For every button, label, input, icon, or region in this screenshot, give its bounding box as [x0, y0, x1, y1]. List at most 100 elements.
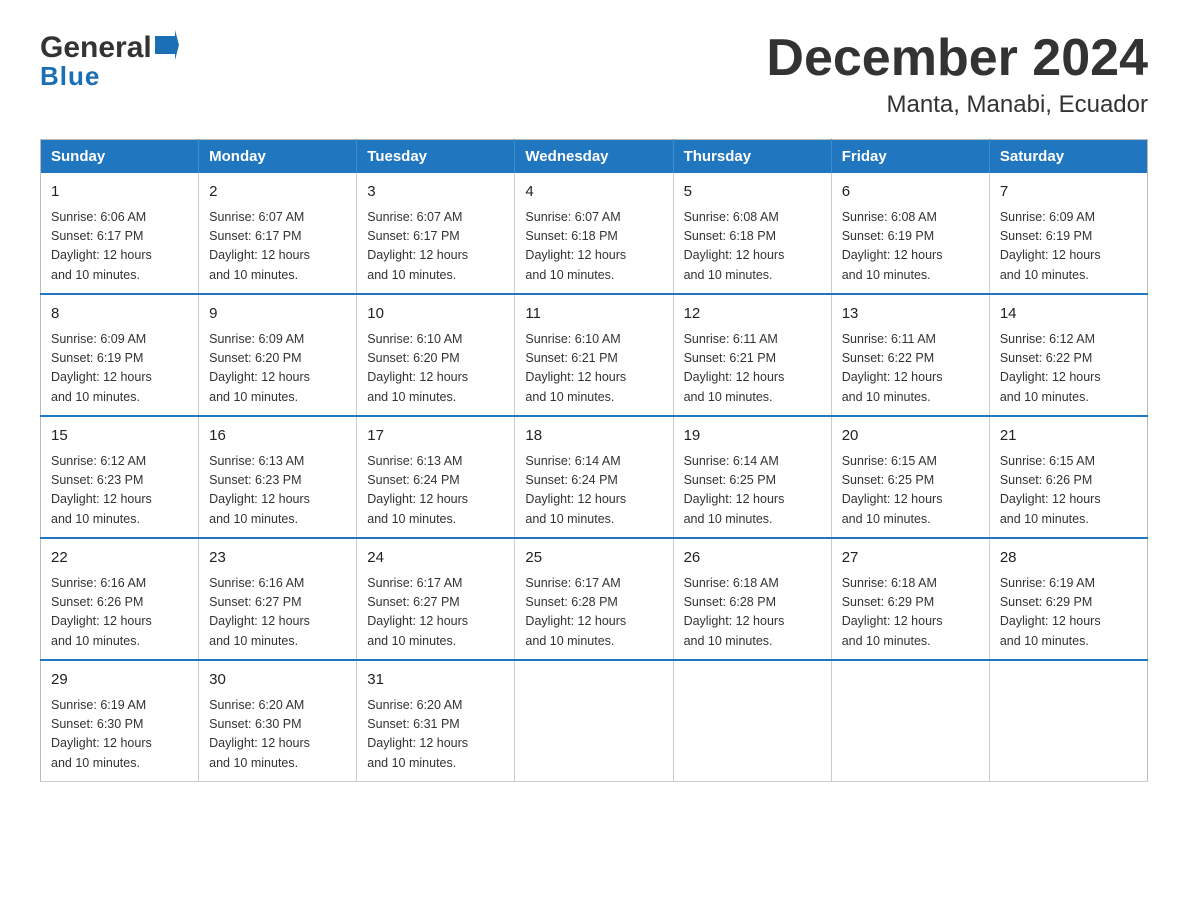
day-info: Sunrise: 6:16 AMSunset: 6:26 PMDaylight:… [51, 574, 188, 652]
day-info: Sunrise: 6:07 AMSunset: 6:17 PMDaylight:… [209, 208, 346, 286]
logo-arrow-icon [155, 30, 179, 65]
calendar-week-row: 1 Sunrise: 6:06 AMSunset: 6:17 PMDayligh… [41, 173, 1148, 294]
day-info: Sunrise: 6:18 AMSunset: 6:29 PMDaylight:… [842, 574, 979, 652]
calendar-cell: 7 Sunrise: 6:09 AMSunset: 6:19 PMDayligh… [989, 173, 1147, 294]
day-number: 2 [209, 181, 346, 204]
day-number: 24 [367, 547, 504, 570]
page-header: General Blue December 2024 Manta, Manabi… [40, 30, 1148, 119]
day-number: 3 [367, 181, 504, 204]
day-info: Sunrise: 6:13 AMSunset: 6:24 PMDaylight:… [367, 452, 504, 530]
day-number: 22 [51, 547, 188, 570]
calendar-cell: 28 Sunrise: 6:19 AMSunset: 6:29 PMDaylig… [989, 538, 1147, 660]
day-info: Sunrise: 6:16 AMSunset: 6:27 PMDaylight:… [209, 574, 346, 652]
day-number: 9 [209, 303, 346, 326]
day-number: 31 [367, 669, 504, 692]
page-subtitle: Manta, Manabi, Ecuador [766, 91, 1148, 119]
day-info: Sunrise: 6:06 AMSunset: 6:17 PMDaylight:… [51, 208, 188, 286]
day-info: Sunrise: 6:09 AMSunset: 6:20 PMDaylight:… [209, 330, 346, 408]
day-number: 5 [684, 181, 821, 204]
calendar-header-sunday: Sunday [41, 140, 199, 174]
calendar-cell: 30 Sunrise: 6:20 AMSunset: 6:30 PMDaylig… [199, 660, 357, 782]
day-info: Sunrise: 6:17 AMSunset: 6:27 PMDaylight:… [367, 574, 504, 652]
day-info: Sunrise: 6:10 AMSunset: 6:20 PMDaylight:… [367, 330, 504, 408]
day-info: Sunrise: 6:19 AMSunset: 6:30 PMDaylight:… [51, 696, 188, 774]
calendar-cell: 2 Sunrise: 6:07 AMSunset: 6:17 PMDayligh… [199, 173, 357, 294]
calendar-cell: 16 Sunrise: 6:13 AMSunset: 6:23 PMDaylig… [199, 416, 357, 538]
calendar-header-monday: Monday [199, 140, 357, 174]
day-info: Sunrise: 6:13 AMSunset: 6:23 PMDaylight:… [209, 452, 346, 530]
calendar-cell: 21 Sunrise: 6:15 AMSunset: 6:26 PMDaylig… [989, 416, 1147, 538]
day-number: 11 [525, 303, 662, 326]
day-number: 8 [51, 303, 188, 326]
calendar-cell: 1 Sunrise: 6:06 AMSunset: 6:17 PMDayligh… [41, 173, 199, 294]
day-number: 28 [1000, 547, 1137, 570]
day-info: Sunrise: 6:08 AMSunset: 6:19 PMDaylight:… [842, 208, 979, 286]
calendar-cell: 5 Sunrise: 6:08 AMSunset: 6:18 PMDayligh… [673, 173, 831, 294]
calendar-cell: 18 Sunrise: 6:14 AMSunset: 6:24 PMDaylig… [515, 416, 673, 538]
day-info: Sunrise: 6:09 AMSunset: 6:19 PMDaylight:… [51, 330, 188, 408]
calendar-cell [831, 660, 989, 782]
logo: General Blue [40, 30, 179, 92]
day-number: 6 [842, 181, 979, 204]
calendar-week-row: 29 Sunrise: 6:19 AMSunset: 6:30 PMDaylig… [41, 660, 1148, 782]
calendar-header-tuesday: Tuesday [357, 140, 515, 174]
logo-general-text: General [40, 31, 152, 65]
day-info: Sunrise: 6:14 AMSunset: 6:24 PMDaylight:… [525, 452, 662, 530]
day-info: Sunrise: 6:20 AMSunset: 6:30 PMDaylight:… [209, 696, 346, 774]
day-info: Sunrise: 6:11 AMSunset: 6:21 PMDaylight:… [684, 330, 821, 408]
calendar-cell: 6 Sunrise: 6:08 AMSunset: 6:19 PMDayligh… [831, 173, 989, 294]
calendar-cell: 24 Sunrise: 6:17 AMSunset: 6:27 PMDaylig… [357, 538, 515, 660]
calendar-cell: 4 Sunrise: 6:07 AMSunset: 6:18 PMDayligh… [515, 173, 673, 294]
day-number: 20 [842, 425, 979, 448]
day-number: 15 [51, 425, 188, 448]
calendar-header-saturday: Saturday [989, 140, 1147, 174]
day-number: 19 [684, 425, 821, 448]
day-info: Sunrise: 6:07 AMSunset: 6:17 PMDaylight:… [367, 208, 504, 286]
day-info: Sunrise: 6:15 AMSunset: 6:25 PMDaylight:… [842, 452, 979, 530]
calendar-cell [989, 660, 1147, 782]
calendar-table: SundayMondayTuesdayWednesdayThursdayFrid… [40, 139, 1148, 782]
calendar-cell: 22 Sunrise: 6:16 AMSunset: 6:26 PMDaylig… [41, 538, 199, 660]
day-number: 26 [684, 547, 821, 570]
calendar-cell: 23 Sunrise: 6:16 AMSunset: 6:27 PMDaylig… [199, 538, 357, 660]
day-number: 10 [367, 303, 504, 326]
calendar-cell: 9 Sunrise: 6:09 AMSunset: 6:20 PMDayligh… [199, 294, 357, 416]
calendar-cell: 27 Sunrise: 6:18 AMSunset: 6:29 PMDaylig… [831, 538, 989, 660]
day-info: Sunrise: 6:12 AMSunset: 6:22 PMDaylight:… [1000, 330, 1137, 408]
calendar-cell: 26 Sunrise: 6:18 AMSunset: 6:28 PMDaylig… [673, 538, 831, 660]
logo-blue-text: Blue [40, 61, 179, 92]
day-number: 29 [51, 669, 188, 692]
calendar-cell: 3 Sunrise: 6:07 AMSunset: 6:17 PMDayligh… [357, 173, 515, 294]
calendar-cell: 10 Sunrise: 6:10 AMSunset: 6:20 PMDaylig… [357, 294, 515, 416]
calendar-cell: 29 Sunrise: 6:19 AMSunset: 6:30 PMDaylig… [41, 660, 199, 782]
day-number: 14 [1000, 303, 1137, 326]
day-number: 18 [525, 425, 662, 448]
day-number: 1 [51, 181, 188, 204]
calendar-cell: 11 Sunrise: 6:10 AMSunset: 6:21 PMDaylig… [515, 294, 673, 416]
day-info: Sunrise: 6:18 AMSunset: 6:28 PMDaylight:… [684, 574, 821, 652]
day-number: 21 [1000, 425, 1137, 448]
day-number: 12 [684, 303, 821, 326]
day-number: 7 [1000, 181, 1137, 204]
calendar-header-thursday: Thursday [673, 140, 831, 174]
title-block: December 2024 Manta, Manabi, Ecuador [766, 30, 1148, 119]
calendar-cell: 12 Sunrise: 6:11 AMSunset: 6:21 PMDaylig… [673, 294, 831, 416]
calendar-cell [673, 660, 831, 782]
day-number: 13 [842, 303, 979, 326]
calendar-cell: 17 Sunrise: 6:13 AMSunset: 6:24 PMDaylig… [357, 416, 515, 538]
day-info: Sunrise: 6:07 AMSunset: 6:18 PMDaylight:… [525, 208, 662, 286]
calendar-cell: 31 Sunrise: 6:20 AMSunset: 6:31 PMDaylig… [357, 660, 515, 782]
day-info: Sunrise: 6:09 AMSunset: 6:19 PMDaylight:… [1000, 208, 1137, 286]
day-number: 25 [525, 547, 662, 570]
day-info: Sunrise: 6:10 AMSunset: 6:21 PMDaylight:… [525, 330, 662, 408]
calendar-header-friday: Friday [831, 140, 989, 174]
calendar-cell [515, 660, 673, 782]
calendar-week-row: 8 Sunrise: 6:09 AMSunset: 6:19 PMDayligh… [41, 294, 1148, 416]
calendar-cell: 8 Sunrise: 6:09 AMSunset: 6:19 PMDayligh… [41, 294, 199, 416]
day-info: Sunrise: 6:14 AMSunset: 6:25 PMDaylight:… [684, 452, 821, 530]
day-number: 16 [209, 425, 346, 448]
day-info: Sunrise: 6:19 AMSunset: 6:29 PMDaylight:… [1000, 574, 1137, 652]
calendar-cell: 15 Sunrise: 6:12 AMSunset: 6:23 PMDaylig… [41, 416, 199, 538]
day-number: 17 [367, 425, 504, 448]
day-number: 4 [525, 181, 662, 204]
